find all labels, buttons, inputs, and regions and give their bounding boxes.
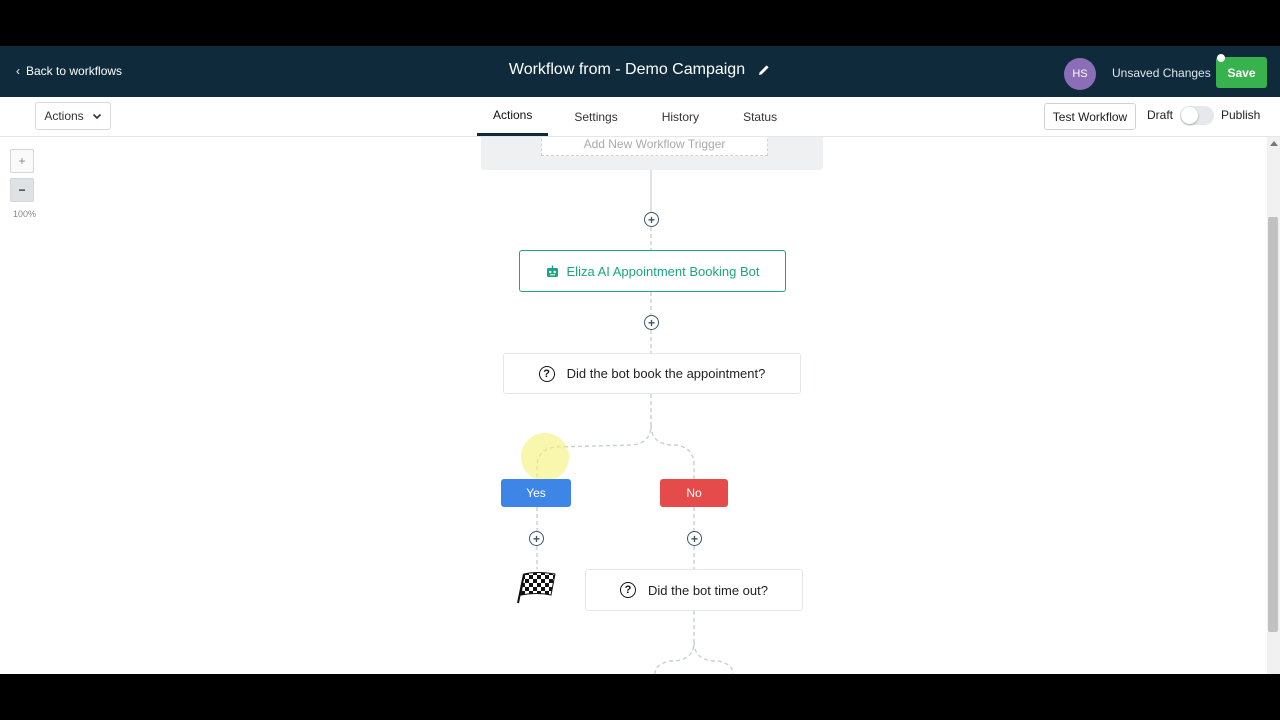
condition-node-timeout[interactable]: ? Did the bot time out? [585, 569, 803, 611]
cursor-highlight [521, 433, 569, 481]
chevron-down-icon [92, 113, 101, 120]
add-trigger-button[interactable]: Add New Workflow Trigger [541, 137, 768, 156]
bot-action-label: Eliza AI Appointment Booking Bot [566, 263, 760, 279]
test-workflow-button[interactable]: Test Workflow [1044, 103, 1136, 130]
actions-dropdown[interactable]: Actions [35, 102, 111, 130]
sub-toolbar: Actions Actions Settings History Status … [0, 97, 1280, 137]
condition-label: Did the bot book the appointment? [566, 366, 766, 381]
add-step-button[interactable]: + [529, 531, 544, 546]
publish-toggle[interactable] [1180, 106, 1214, 125]
add-step-button[interactable]: + [644, 315, 659, 330]
letterbox-bottom [0, 674, 1280, 720]
workflow-canvas[interactable]: Add New Workflow Trigger + − 100% + Eliz… [0, 137, 1280, 674]
actions-dropdown-label: Actions [44, 109, 84, 123]
condition-node-booked[interactable]: ? Did the bot book the appointment? [503, 353, 801, 394]
avatar[interactable]: HS [1064, 58, 1096, 90]
tab-bar: Actions Settings History Status [477, 97, 799, 136]
tab-status[interactable]: Status [721, 97, 799, 136]
save-button[interactable]: Save [1216, 57, 1267, 88]
scroll-up-arrow[interactable] [1270, 141, 1278, 146]
condition-label: Did the bot time out? [648, 582, 768, 598]
unsaved-changes-label: Unsaved Changes [1112, 66, 1211, 80]
draft-label: Draft [1147, 108, 1174, 122]
pencil-icon[interactable] [757, 63, 771, 77]
save-indicator-dot [1217, 54, 1225, 62]
zoom-in-button[interactable]: + [10, 149, 34, 173]
no-branch-button[interactable]: No [660, 479, 728, 507]
yes-branch-button[interactable]: Yes [501, 479, 571, 507]
finish-flag-icon [517, 572, 556, 604]
question-icon: ? [538, 365, 555, 382]
back-to-workflows-link[interactable]: ‹ Back to workflows [16, 64, 122, 78]
question-icon: ? [620, 582, 637, 598]
back-label: Back to workflows [26, 64, 123, 78]
robot-icon [546, 265, 558, 277]
toggle-knob [1181, 107, 1198, 124]
publish-label: Publish [1221, 108, 1261, 122]
workflow-title-text: Workflow from - Demo Campaign [508, 61, 746, 78]
chevron-left-icon: ‹ [16, 64, 20, 78]
top-bar: ‹ Back to workflows Workflow from - Demo… [0, 46, 1280, 97]
add-step-button[interactable]: + [644, 212, 659, 227]
zoom-level: 100% [13, 209, 37, 219]
tab-actions[interactable]: Actions [477, 97, 549, 136]
tab-settings[interactable]: Settings [548, 97, 639, 136]
add-step-button[interactable]: + [687, 531, 702, 546]
scrollbar-thumb[interactable] [1268, 217, 1278, 632]
bot-action-node[interactable]: Eliza AI Appointment Booking Bot [519, 250, 786, 292]
workflow-title: Workflow from - Demo Campaign [509, 61, 771, 79]
zoom-out-button[interactable]: − [10, 178, 34, 202]
tab-history[interactable]: History [640, 97, 721, 136]
